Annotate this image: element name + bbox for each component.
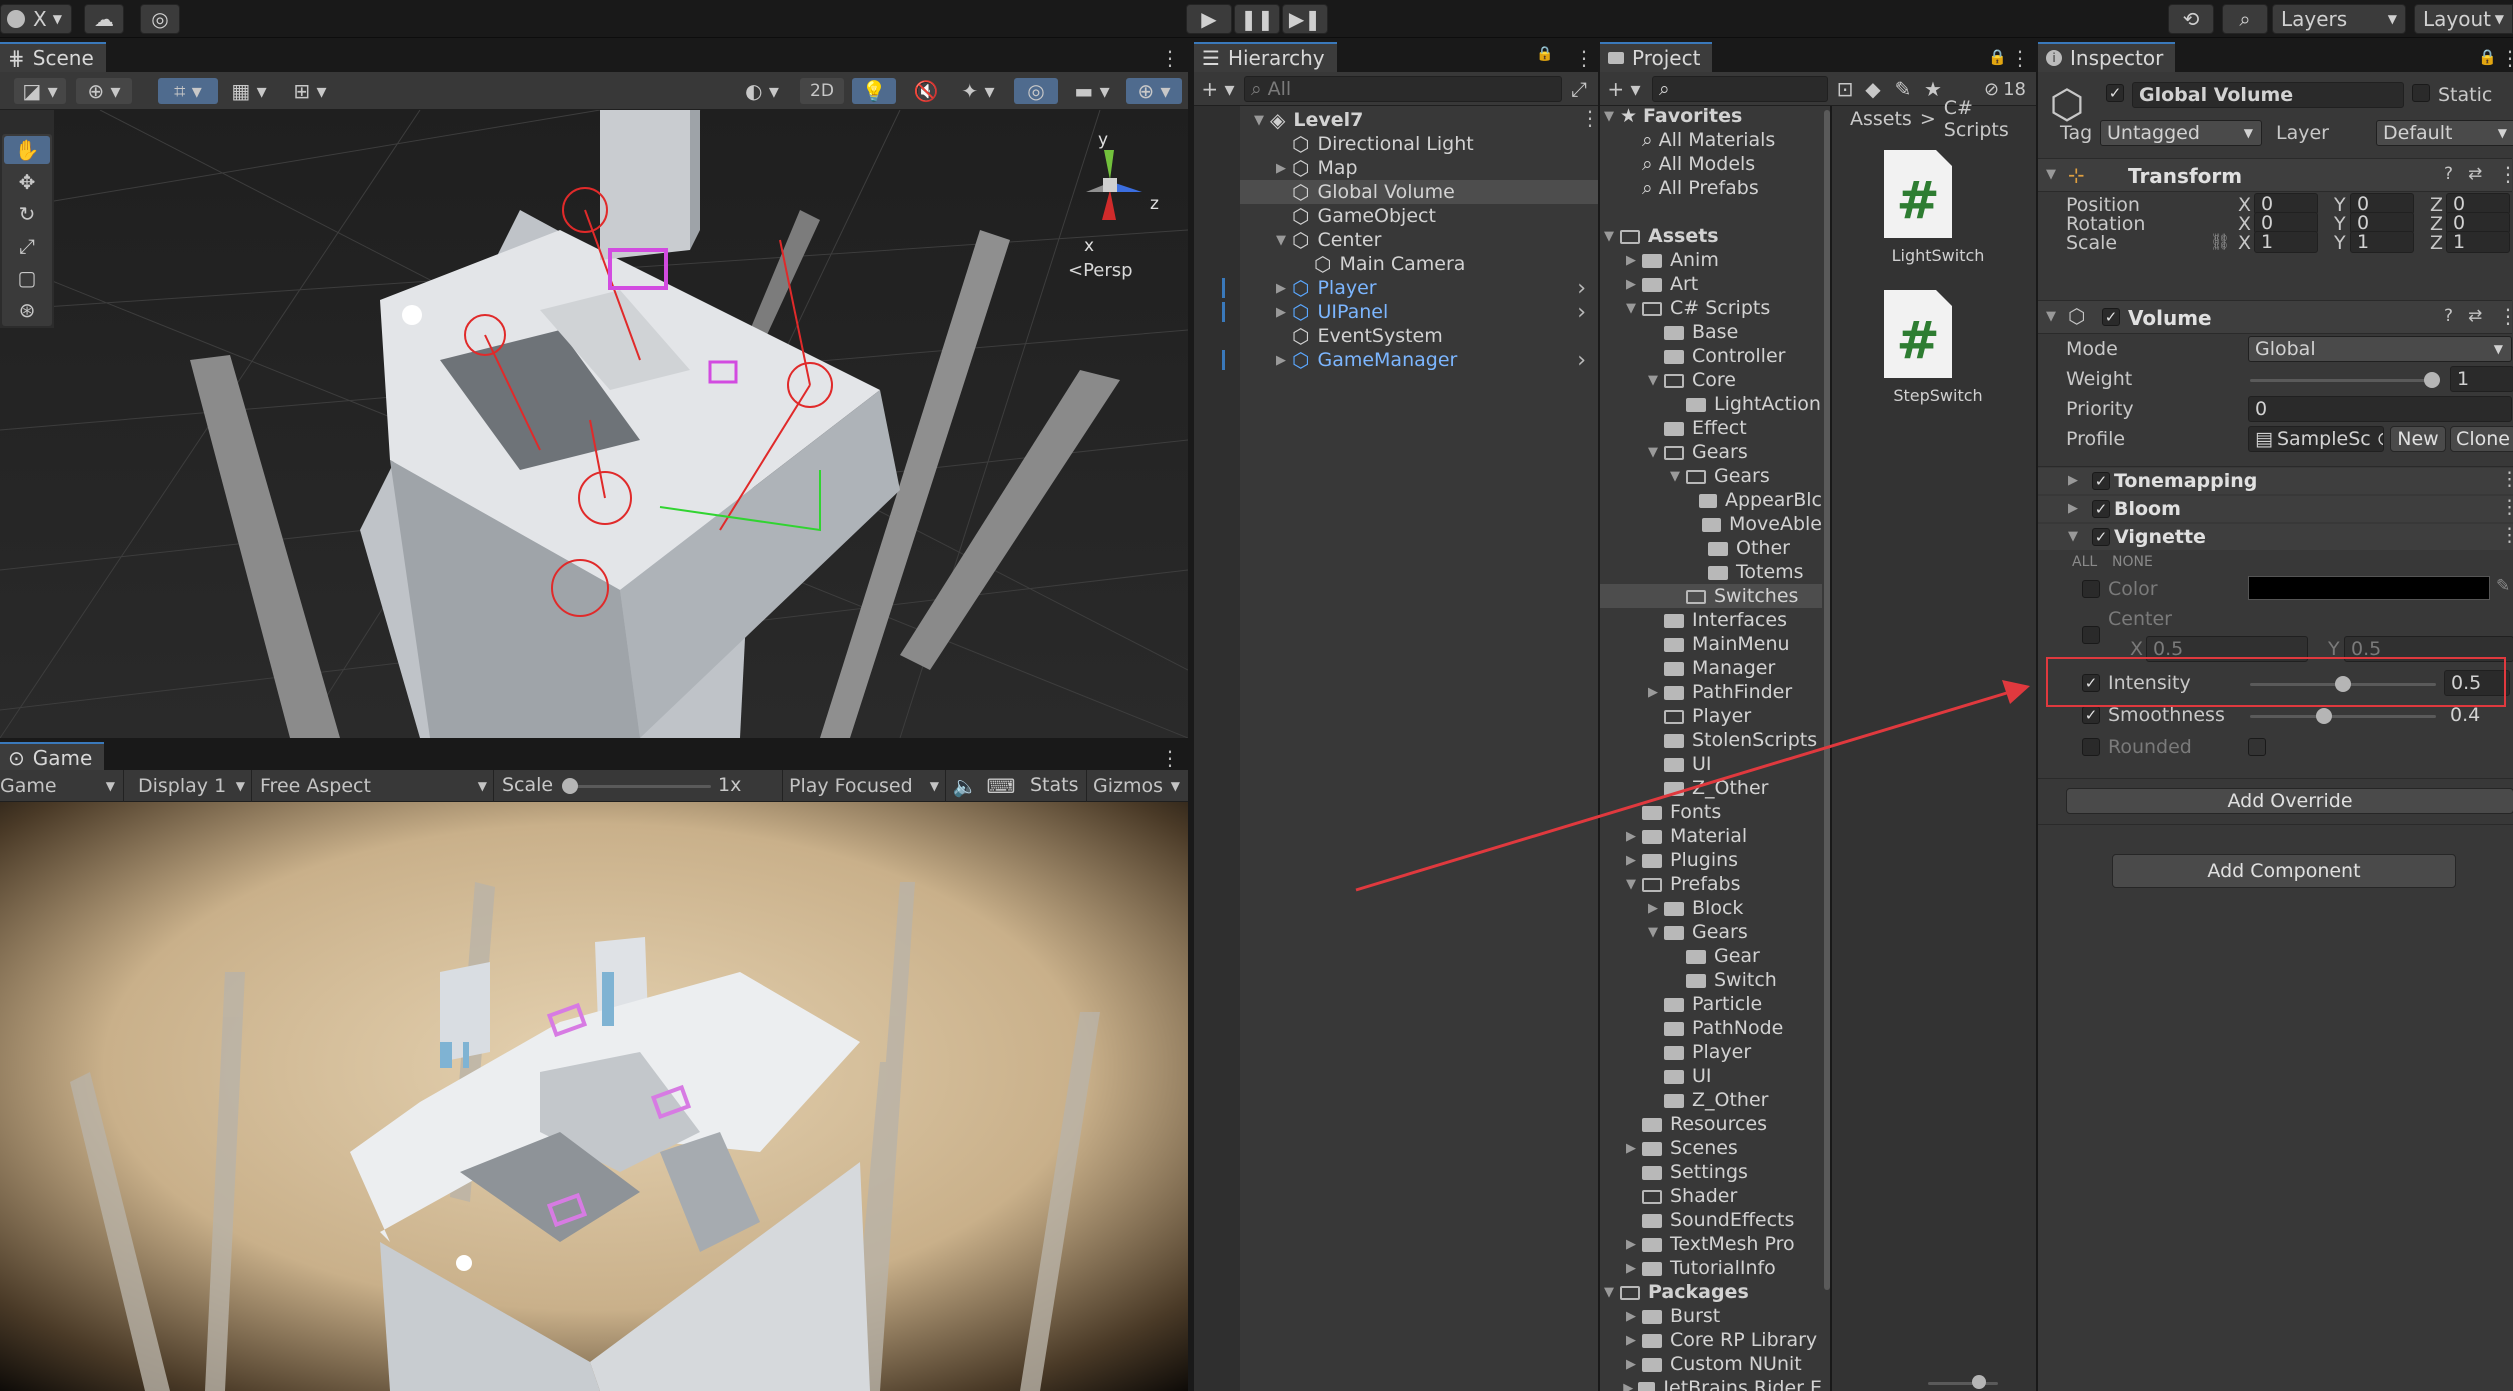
highlight-box — [2046, 657, 2506, 707]
annotation-arrowhead-icon — [2002, 680, 2030, 704]
annotation-overlay — [1355, 657, 2506, 892]
annotation-arrow-line — [1355, 690, 2011, 892]
